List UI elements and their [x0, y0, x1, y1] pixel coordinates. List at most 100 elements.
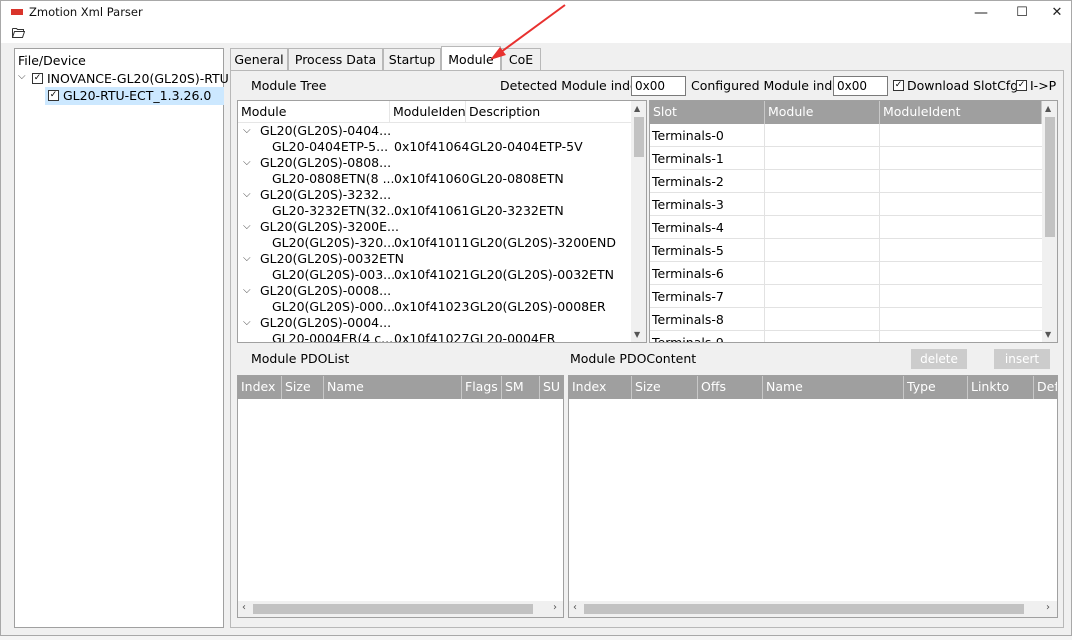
maximize-button[interactable]: ☐: [1004, 1, 1040, 25]
slot-row[interactable]: Terminals-7: [650, 285, 1042, 308]
tab-general[interactable]: General: [230, 48, 288, 70]
col-module[interactable]: Module: [238, 101, 390, 122]
child-checkbox[interactable]: ✓: [48, 90, 59, 101]
module-group-row[interactable]: ⌵ GL20(GL20S)-0404...: [238, 123, 632, 139]
download-slotcfg-checkbox[interactable]: ✓: [893, 80, 904, 91]
col-pdo-name[interactable]: Name: [324, 376, 462, 399]
col-slot-moduleident[interactable]: ModuleIdent: [880, 101, 1042, 124]
scroll-left-icon[interactable]: ‹: [573, 602, 577, 613]
col-description[interactable]: Description: [466, 101, 632, 122]
col-content-def[interactable]: Def: [1034, 376, 1057, 399]
slot-module-cell[interactable]: [765, 262, 880, 285]
col-pdo-flags[interactable]: Flags: [462, 376, 502, 399]
scroll-down-icon[interactable]: ▼: [634, 330, 640, 339]
scroll-up-icon[interactable]: ▲: [1045, 104, 1051, 113]
module-group-row[interactable]: ⌵ GL20(GL20S)-0032ETN: [238, 251, 632, 267]
module-row[interactable]: GL20-3232ETN(32... 0x10f41061 GL20-3232ETN: [238, 203, 632, 219]
scroll-down-icon[interactable]: ▼: [1045, 330, 1051, 339]
slot-row[interactable]: Terminals-2: [650, 170, 1042, 193]
col-slot[interactable]: Slot: [650, 101, 765, 124]
col-content-offs[interactable]: Offs: [698, 376, 763, 399]
ip-checkbox[interactable]: ✓: [1016, 80, 1027, 91]
minimize-button[interactable]: —: [963, 1, 999, 25]
slot-row[interactable]: Terminals-3: [650, 193, 1042, 216]
module-row[interactable]: GL20(GL20S)-320... 0x10f41011 GL20(GL20S)-…: [238, 235, 632, 251]
pdocontent-hscrollbar[interactable]: ‹ ›: [569, 601, 1057, 617]
module-group-row[interactable]: ⌵ GL20(GL20S)-3232...: [238, 187, 632, 203]
chevron-down-icon[interactable]: ⌵: [243, 155, 251, 171]
tab-coe[interactable]: CoE: [501, 48, 541, 70]
module-group-row[interactable]: ⌵ GL20(GL20S)-3200E...: [238, 219, 632, 235]
slot-table-scrollbar[interactable]: ▲ ▼: [1042, 101, 1057, 342]
configured-index-input[interactable]: 0x00: [833, 76, 888, 96]
slot-moduleident-cell[interactable]: [880, 170, 1042, 193]
module-row[interactable]: GL20-0004ER(4 c... 0x10f41027 GL20-0004ER: [238, 331, 632, 342]
slot-module-cell[interactable]: [765, 331, 880, 342]
slot-row[interactable]: Terminals-6: [650, 262, 1042, 285]
slot-moduleident-cell[interactable]: [880, 124, 1042, 147]
module-row[interactable]: GL20(GL20S)-000... 0x10f41023 GL20(GL20S)-…: [238, 299, 632, 315]
scroll-right-icon[interactable]: ›: [553, 602, 557, 613]
scroll-left-icon[interactable]: ‹: [242, 602, 246, 613]
scroll-thumb[interactable]: [1045, 117, 1055, 237]
detected-index-input[interactable]: 0x00: [631, 76, 686, 96]
slot-module-cell[interactable]: [765, 193, 880, 216]
slot-row[interactable]: Terminals-4: [650, 216, 1042, 239]
delete-button[interactable]: delete: [911, 349, 967, 369]
slot-moduleident-cell[interactable]: [880, 193, 1042, 216]
slot-module-cell[interactable]: [765, 308, 880, 331]
slot-row[interactable]: Terminals-1: [650, 147, 1042, 170]
slot-moduleident-cell[interactable]: [880, 239, 1042, 262]
tab-startup[interactable]: Startup: [383, 48, 441, 70]
slot-moduleident-cell[interactable]: [880, 285, 1042, 308]
scroll-up-icon[interactable]: ▲: [634, 104, 640, 113]
tab-module[interactable]: Module: [441, 46, 501, 70]
scroll-right-icon[interactable]: ›: [1046, 602, 1050, 613]
scroll-thumb[interactable]: [584, 604, 1024, 614]
insert-button[interactable]: insert: [994, 349, 1050, 369]
module-group-row[interactable]: ⌵ GL20(GL20S)-0004...: [238, 315, 632, 331]
chevron-down-icon[interactable]: ⌵: [243, 251, 251, 267]
chevron-down-icon[interactable]: ⌵: [18, 71, 26, 82]
module-row[interactable]: GL20-0808ETN(8 ... 0x10f41060 GL20-0808ETN: [238, 171, 632, 187]
col-pdo-su[interactable]: SU: [540, 376, 563, 399]
slot-module-cell[interactable]: [765, 147, 880, 170]
slot-moduleident-cell[interactable]: [880, 216, 1042, 239]
device-checkbox[interactable]: ✓: [32, 73, 43, 84]
slot-moduleident-cell[interactable]: [880, 262, 1042, 285]
scroll-thumb[interactable]: [253, 604, 533, 614]
col-content-size[interactable]: Size: [632, 376, 698, 399]
scroll-thumb[interactable]: [634, 117, 644, 157]
col-content-index[interactable]: Index: [569, 376, 632, 399]
chevron-down-icon[interactable]: ⌵: [243, 187, 251, 203]
slot-module-cell[interactable]: [765, 170, 880, 193]
col-content-name[interactable]: Name: [763, 376, 904, 399]
col-slot-module[interactable]: Module: [765, 101, 880, 124]
open-folder-icon[interactable]: [12, 27, 25, 38]
module-tree-scrollbar[interactable]: ▲ ▼: [631, 101, 646, 342]
slot-module-cell[interactable]: [765, 124, 880, 147]
chevron-down-icon[interactable]: ⌵: [243, 315, 251, 331]
col-pdo-index[interactable]: Index: [238, 376, 282, 399]
col-pdo-size[interactable]: Size: [282, 376, 324, 399]
device-node-label[interactable]: INOVANCE-GL20(GL20S)-RTU...: [47, 71, 241, 86]
child-node-label[interactable]: GL20-RTU-ECT_1.3.26.0: [63, 88, 211, 103]
slot-moduleident-cell[interactable]: [880, 308, 1042, 331]
tab-process-data[interactable]: Process Data: [288, 48, 383, 70]
chevron-down-icon[interactable]: ⌵: [243, 123, 251, 139]
slot-moduleident-cell[interactable]: [880, 331, 1042, 342]
chevron-down-icon[interactable]: ⌵: [243, 283, 251, 299]
slot-row[interactable]: Terminals-9: [650, 331, 1042, 342]
slot-moduleident-cell[interactable]: [880, 147, 1042, 170]
slot-module-cell[interactable]: [765, 285, 880, 308]
close-button[interactable]: ✕: [1039, 1, 1075, 25]
slot-row[interactable]: Terminals-5: [650, 239, 1042, 262]
col-moduleident[interactable]: ModuleIdent: [390, 101, 466, 122]
module-group-row[interactable]: ⌵ GL20(GL20S)-0808...: [238, 155, 632, 171]
pdolist-hscrollbar[interactable]: ‹ ›: [238, 601, 563, 617]
module-row[interactable]: GL20(GL20S)-003... 0x10f41021 GL20(GL20S)-…: [238, 267, 632, 283]
col-pdo-sm[interactable]: SM: [502, 376, 540, 399]
chevron-down-icon[interactable]: ⌵: [243, 219, 251, 235]
module-row[interactable]: GL20-0404ETP-5... 0x10f41064 GL20-0404ETP-…: [238, 139, 632, 155]
slot-row[interactable]: Terminals-8: [650, 308, 1042, 331]
